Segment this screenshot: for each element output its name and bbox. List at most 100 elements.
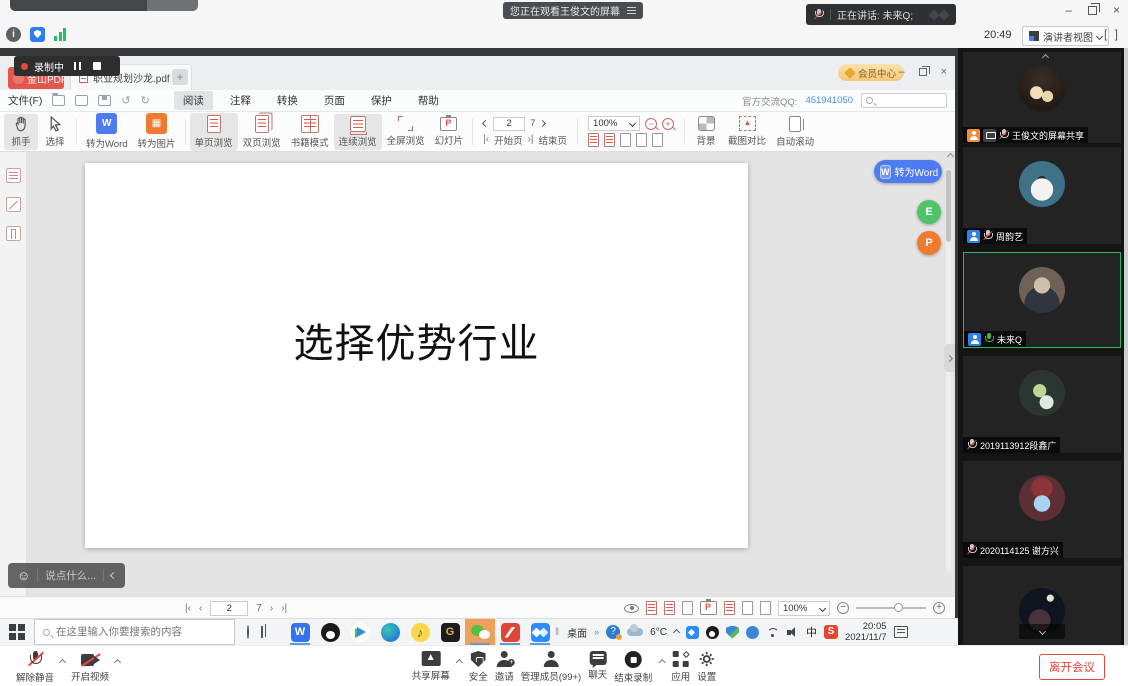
recording-options-chevron[interactable] — [658, 659, 665, 666]
settings-button[interactable]: 设置 — [697, 646, 716, 683]
float-convert-excel-button[interactable]: E — [917, 200, 941, 224]
screenshot-compare-tool[interactable]: 截图对比 — [723, 114, 771, 149]
taskbar-search[interactable] — [34, 619, 235, 645]
start-button[interactable] — [9, 624, 25, 640]
start-video-button[interactable]: 开启视频 — [71, 646, 109, 683]
fit-width-icon[interactable] — [742, 601, 753, 615]
cortana-button[interactable] — [247, 625, 249, 639]
slider-thumb[interactable] — [894, 603, 903, 612]
single-page-view[interactable]: 单页浏览 — [190, 113, 238, 151]
scrollbar-thumb[interactable] — [946, 170, 951, 242]
actual-size-icon[interactable] — [760, 601, 771, 615]
participant-tile-speaking[interactable]: 未来Q — [963, 252, 1121, 348]
sogou-ime-icon[interactable]: S — [824, 625, 838, 639]
zoom-in-button[interactable]: + — [933, 602, 945, 614]
zoom-out-button[interactable]: − — [837, 602, 849, 614]
chat-placeholder[interactable]: 说点什么... — [45, 568, 96, 583]
thumbnails-panel-icon[interactable] — [6, 168, 21, 183]
help-tray-icon[interactable]: ? — [606, 625, 620, 639]
toolbar-handle[interactable]: ‖ — [555, 627, 560, 638]
background-tool[interactable]: 背景 — [689, 114, 723, 149]
pdf-minimize-button[interactable]: – — [898, 66, 904, 78]
tab-annotate[interactable]: 注释 — [221, 91, 260, 110]
security-button[interactable]: 安全 — [469, 646, 488, 683]
fit-width-icon[interactable] — [604, 133, 615, 147]
taskbar-app-qq-music[interactable]: ♪ — [405, 619, 435, 645]
minimize-button[interactable]: – — [1065, 4, 1072, 16]
taskbar-app-tencent-video[interactable] — [345, 619, 375, 645]
manage-members-button[interactable]: 管理成员(99+) — [521, 646, 581, 683]
continuous-view[interactable]: 连续浏览 — [334, 114, 382, 150]
scroll-participants-button[interactable] — [1019, 624, 1065, 639]
meeting-chat-bubble[interactable]: ☺ 说点什么... — [8, 563, 125, 588]
zoom-in-icon[interactable]: + — [662, 118, 674, 130]
participant-tile-partial[interactable] — [963, 566, 1121, 645]
previous-page-icon[interactable]: ‹ — [199, 603, 202, 614]
tray-cloud-drive-icon[interactable] — [746, 626, 759, 639]
eye-protection-icon[interactable] — [624, 604, 639, 613]
participant-tile[interactable]: 2019113912段鑫广 — [963, 356, 1121, 453]
taskbar-app-edge[interactable] — [375, 619, 405, 645]
task-view-button[interactable] — [261, 626, 263, 638]
share-screen-button[interactable]: 共享屏幕 — [412, 646, 450, 682]
rotate-right-icon[interactable] — [652, 133, 663, 147]
book-mode-view[interactable]: 书籍模式 — [286, 113, 334, 151]
participant-tile[interactable]: 2020114125 谢方兴 — [963, 461, 1121, 558]
video-options-chevron[interactable] — [114, 659, 121, 666]
select-tool[interactable]: 选择 — [38, 114, 72, 150]
stop-recording-button[interactable]: 结束录制 — [614, 646, 652, 684]
redo-icon[interactable]: ↻ — [141, 96, 150, 106]
chat-button[interactable]: 聊天 — [588, 646, 607, 681]
new-tab-button[interactable]: + — [172, 69, 188, 85]
next-page-icon[interactable]: › — [270, 603, 273, 614]
taskbar-app-meeting[interactable] — [525, 619, 555, 645]
member-center-button[interactable]: 会员中心 — [838, 64, 904, 81]
double-page-view[interactable]: 双页浏览 — [238, 113, 286, 151]
taskbar-app-qq[interactable] — [315, 619, 345, 645]
previous-page-icon[interactable] — [482, 120, 489, 127]
close-button[interactable]: × — [1113, 4, 1120, 16]
tab-help[interactable]: 帮助 — [409, 91, 448, 110]
tab-protect[interactable]: 保护 — [362, 91, 401, 110]
float-convert-ppt-button[interactable]: P — [917, 231, 941, 255]
taskbar-app-g[interactable]: G — [435, 619, 465, 645]
tray-meeting-icon[interactable] — [686, 626, 699, 639]
tab-read[interactable]: 阅读 — [174, 91, 213, 110]
bottom-page-input[interactable] — [210, 601, 248, 616]
pause-recording-button[interactable] — [74, 62, 81, 70]
wifi-icon[interactable] — [766, 627, 780, 638]
slideshow-tool[interactable]: 幻灯片 — [430, 115, 469, 149]
tab-pages[interactable]: 页面 — [315, 91, 354, 110]
stop-recording-button[interactable] — [93, 62, 101, 70]
convert-to-image-tool[interactable]: ▦ 转为图片 — [133, 111, 181, 152]
rotate-left-icon[interactable] — [636, 133, 647, 147]
weather-cloud-icon[interactable] — [627, 628, 643, 636]
end-page-label[interactable]: 结束页 — [539, 133, 568, 147]
toolbar-more-icon[interactable]: » — [594, 627, 599, 637]
collapse-chat-icon[interactable] — [110, 572, 117, 579]
shield-icon[interactable] — [30, 27, 45, 42]
sidebar-scrollbar[interactable] — [1124, 48, 1128, 645]
fullscreen-view[interactable]: 全屏浏览 — [382, 114, 430, 149]
info-icon[interactable]: i — [6, 27, 21, 42]
tray-defender-icon[interactable] — [726, 626, 739, 639]
last-page-icon[interactable]: ›| — [528, 134, 534, 145]
unmute-button[interactable]: 解除静音 — [16, 646, 54, 684]
taskbar-clock[interactable]: 20:05 2021/11/7 — [845, 621, 887, 643]
auto-scroll-tool[interactable]: 自动滚动 — [771, 114, 819, 150]
pdf-search-box[interactable] — [861, 93, 947, 108]
open-folder-icon[interactable] — [52, 95, 65, 106]
weather-temp[interactable]: 6°C — [650, 627, 667, 638]
share-options-chevron[interactable] — [456, 659, 463, 666]
first-page-icon[interactable]: |‹ — [185, 603, 191, 614]
start-page-label[interactable]: 开始页 — [494, 133, 523, 147]
qq-number[interactable]: 451941050 — [805, 95, 853, 106]
fullscreen-button[interactable]: [ ] — [1104, 27, 1120, 41]
continuous-icon[interactable] — [682, 601, 693, 615]
print-icon[interactable] — [75, 95, 88, 106]
slider-track[interactable] — [856, 607, 926, 609]
file-menu[interactable]: 文件(F) — [8, 93, 42, 108]
undo-icon[interactable]: ↺ — [121, 96, 130, 106]
pdf-restore-button[interactable] — [919, 68, 927, 76]
images-panel-icon[interactable] — [6, 197, 21, 212]
